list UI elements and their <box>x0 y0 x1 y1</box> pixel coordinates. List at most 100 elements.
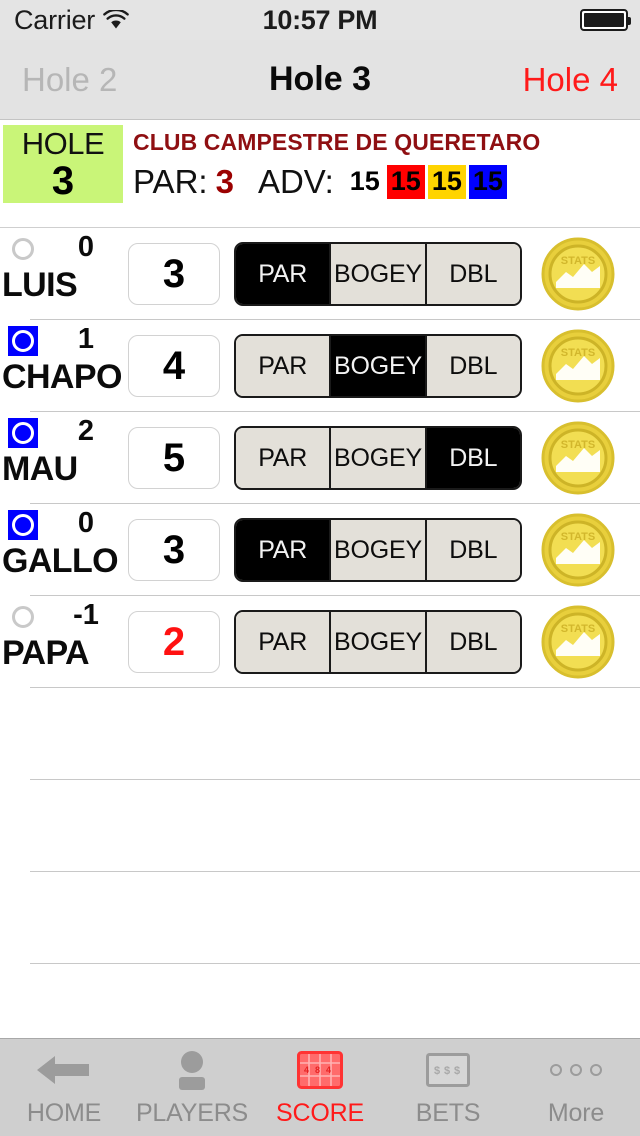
svg-text:STATS: STATS <box>561 347 595 359</box>
adv-chip-blue: 15 <box>468 165 507 199</box>
money-bill-icon: $ $ $ <box>426 1047 470 1093</box>
player-differential: 0 <box>77 507 95 539</box>
svg-text:$: $ <box>444 1065 450 1077</box>
player-identity-column: 1 CHAPO <box>0 320 126 412</box>
svg-text:4: 4 <box>326 1065 331 1075</box>
segment-dbl-button[interactable]: DBL <box>426 520 520 580</box>
score-input[interactable]: 3 <box>128 243 220 305</box>
tab-label: HOME <box>26 1099 102 1127</box>
hole-header: HOLE 3 CLUB CAMPESTRE DE QUERETARO PAR: … <box>0 121 640 228</box>
segment-dbl-button[interactable]: DBL <box>426 428 520 488</box>
hole-badge-number: 3 <box>51 158 75 203</box>
status-bar: Carrier 10:57 PM <box>0 0 640 40</box>
club-name: CLUB CAMPESTRE DE QUERETARO <box>133 129 541 155</box>
svg-text:8: 8 <box>315 1065 320 1075</box>
result-segmented-control: PAR BOGEY DBL <box>234 334 522 398</box>
score-input[interactable]: 4 <box>128 335 220 397</box>
svg-text:$: $ <box>434 1065 440 1077</box>
player-name: PAPA <box>2 634 90 672</box>
back-arrow-icon <box>35 1047 93 1093</box>
segment-bogey-button[interactable]: BOGEY <box>331 520 427 580</box>
battery-fill <box>584 13 624 27</box>
segment-par-button[interactable]: PAR <box>236 612 332 672</box>
segment-bogey-button[interactable]: BOGEY <box>331 428 427 488</box>
player-row: 2 MAU 5 PAR BOGEY DBL STATS <box>0 412 640 504</box>
par-adv-line: PAR: 3 ADV: 15 15 15 15 <box>133 163 640 201</box>
svg-text:STATS: STATS <box>561 531 595 543</box>
scorecard-icon: 484 <box>297 1047 343 1093</box>
hole-badge: HOLE 3 <box>3 125 123 203</box>
segment-dbl-button[interactable]: DBL <box>426 244 520 304</box>
next-hole-button[interactable]: Hole 4 <box>523 61 618 99</box>
tab-label: BETS <box>415 1099 481 1127</box>
tab-home[interactable]: HOME <box>0 1039 128 1136</box>
score-value: 2 <box>162 619 186 664</box>
player-row: -1 PAPA 2 PAR BOGEY DBL STATS <box>0 596 640 688</box>
app-root: Carrier 10:57 PM Hole 2 Hole 3 Hole 4 HO… <box>0 0 640 1136</box>
battery-cap <box>628 17 631 25</box>
result-segmented-control: PAR BOGEY DBL <box>234 518 522 582</box>
empty-player-row <box>0 688 640 780</box>
player-differential: -1 <box>73 599 99 631</box>
hole-info: CLUB CAMPESTRE DE QUERETARO PAR: 3 ADV: … <box>123 121 640 201</box>
segment-par-button[interactable]: PAR <box>236 244 332 304</box>
player-identity-column: -1 PAPA <box>0 596 126 688</box>
adv-chip-plain: 15 <box>349 166 380 197</box>
stats-coin-icon[interactable]: STATS <box>540 604 616 680</box>
svg-text:$: $ <box>454 1065 460 1077</box>
result-segmented-control: PAR BOGEY DBL <box>234 610 522 674</box>
person-icon <box>170 1047 214 1093</box>
segment-dbl-button[interactable]: DBL <box>426 612 520 672</box>
segment-bogey-button[interactable]: BOGEY <box>331 244 427 304</box>
stats-coin-icon[interactable]: STATS <box>540 420 616 496</box>
tab-players[interactable]: PLAYERS <box>128 1039 256 1136</box>
player-select-radio[interactable] <box>8 510 38 540</box>
svg-text:STATS: STATS <box>561 439 595 451</box>
segment-par-button[interactable]: PAR <box>236 520 332 580</box>
radio-circle-icon <box>12 330 34 352</box>
tab-score[interactable]: 4 8 4 SCORE <box>256 1039 384 1136</box>
result-segmented-control: PAR BOGEY DBL <box>234 242 522 306</box>
segment-dbl-button[interactable]: DBL <box>426 336 520 396</box>
adv-chip-red: 15 <box>386 165 425 199</box>
tab-label: More <box>547 1099 605 1127</box>
radio-circle-icon <box>12 422 34 444</box>
segment-par-button[interactable]: PAR <box>236 428 332 488</box>
stats-coin-icon[interactable]: STATS <box>540 328 616 404</box>
score-input[interactable]: 5 <box>128 427 220 489</box>
stats-coin-icon[interactable]: STATS <box>540 512 616 588</box>
player-identity-column: 0 GALLO <box>0 504 126 596</box>
player-name: MAU <box>2 450 78 488</box>
radio-circle-icon <box>12 238 34 260</box>
player-select-radio[interactable] <box>8 326 38 356</box>
tab-label: PLAYERS <box>135 1099 249 1127</box>
score-value: 3 <box>162 527 186 572</box>
par-label: PAR: <box>133 163 208 200</box>
player-name: LUIS <box>2 266 78 304</box>
prev-hole-button[interactable]: Hole 2 <box>22 61 117 99</box>
ellipsis-icon <box>546 1047 606 1093</box>
score-input[interactable]: 3 <box>128 519 220 581</box>
status-bar-time: 10:57 PM <box>262 4 378 35</box>
player-name: CHAPO <box>2 358 122 396</box>
nav-bar: Hole 2 Hole 3 Hole 4 <box>0 40 640 120</box>
player-select-radio[interactable] <box>8 234 38 264</box>
radio-circle-icon <box>12 514 34 536</box>
tab-more[interactable]: More <box>512 1039 640 1136</box>
player-select-radio[interactable] <box>8 418 38 448</box>
score-value: 3 <box>162 251 186 296</box>
par-value: 3 <box>215 163 234 200</box>
result-segmented-control: PAR BOGEY DBL <box>234 426 522 490</box>
player-differential: 2 <box>77 415 95 447</box>
player-select-radio[interactable] <box>8 602 38 632</box>
segment-bogey-button[interactable]: BOGEY <box>331 612 427 672</box>
player-row: 0 LUIS 3 PAR BOGEY DBL STATS <box>0 228 640 320</box>
player-identity-column: 0 LUIS <box>0 228 126 320</box>
score-input[interactable]: 2 <box>128 611 220 673</box>
segment-bogey-button[interactable]: BOGEY <box>331 336 427 396</box>
radio-circle-icon <box>12 606 34 628</box>
segment-par-button[interactable]: PAR <box>236 336 332 396</box>
tab-label: SCORE <box>276 1099 364 1127</box>
stats-coin-icon[interactable]: STATS <box>540 236 616 312</box>
tab-bets[interactable]: $ $ $ BETS <box>384 1039 512 1136</box>
